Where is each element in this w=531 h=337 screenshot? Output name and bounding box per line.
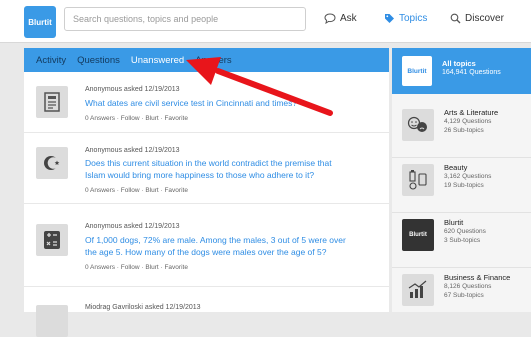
- feed-tabs: Activity Questions Unanswered Answers: [24, 48, 389, 72]
- asked-date: asked 12/19/2013: [144, 304, 201, 311]
- crescent-star-icon: [36, 147, 68, 179]
- asked-date: asked 12/19/2013: [123, 223, 180, 230]
- topic-name: Blurtit: [444, 218, 464, 227]
- all-topics-count: 164,941 Questions: [442, 69, 501, 76]
- question-title[interactable]: Of 1,000 dogs, 72% are male. Among the m…: [85, 234, 375, 258]
- topic-beauty[interactable]: Beauty 3,162 Questions 19 Sub-topics: [392, 158, 531, 213]
- top-bar: Blurtit Ask Topics Discover: [0, 0, 531, 43]
- question-title-line[interactable]: What dates are civil service test in Cin…: [85, 97, 375, 109]
- magnifier-icon: [450, 13, 461, 24]
- question-title[interactable]: What dates are civil service test in Cin…: [85, 97, 375, 109]
- asker-name[interactable]: Miodrag Gavriloski: [85, 304, 143, 311]
- question-title[interactable]: Does this current situation in the world…: [85, 157, 375, 181]
- asker-name[interactable]: Anonymous: [85, 147, 122, 154]
- blurtit-logo-icon: Blurtit: [402, 56, 432, 86]
- asked-date: asked 12/19/2013: [123, 86, 180, 93]
- topic-question-count: 3,162 Questions: [444, 173, 492, 180]
- asked-date: asked 12/19/2013: [123, 147, 180, 154]
- question-title-line[interactable]: Of 1,000 dogs, 72% are male. Among the m…: [85, 234, 375, 246]
- question-title-line[interactable]: Islam would bring more happiness to thos…: [85, 169, 375, 181]
- question-title-line[interactable]: Does this current situation in the world…: [85, 157, 375, 169]
- question-meta: Anonymous asked 12/19/2013: [85, 223, 180, 230]
- document-icon: [36, 86, 68, 118]
- thumb-text: Blurtit: [409, 232, 427, 238]
- tab-unanswered[interactable]: Unanswered: [131, 55, 184, 66]
- blurtit-logo[interactable]: Blurtit: [24, 6, 56, 38]
- asker-name[interactable]: Anonymous: [85, 86, 122, 93]
- question-meta: Anonymous asked 12/19/2013: [85, 86, 180, 93]
- question-item: Miodrag Gavriloski asked 12/19/2013: [24, 287, 389, 337]
- asker-name[interactable]: Anonymous: [85, 223, 122, 230]
- nav-discover[interactable]: Discover: [450, 13, 504, 24]
- topic-blurtit[interactable]: Blurtit Blurtit 620 Questions 3 Sub-topi…: [392, 213, 531, 268]
- topic-name: Arts & Literature: [444, 108, 499, 117]
- thumb-text: Blurtit: [407, 67, 427, 75]
- nav-ask[interactable]: Ask: [324, 13, 357, 24]
- question-item: Anonymous asked 12/19/2013 Of 1,000 dogs…: [24, 204, 389, 287]
- all-topics-item[interactable]: Blurtit All topics 164,941 Questions: [392, 48, 531, 94]
- search-input[interactable]: [65, 8, 305, 30]
- question-actions[interactable]: 0 Answers · Follow · Blurt · Favorite: [85, 115, 188, 122]
- finance-chart-icon: [402, 274, 434, 306]
- question-actions[interactable]: 0 Answers · Follow · Blurt · Favorite: [85, 264, 188, 271]
- topic-subtopic-count: 67 Sub-topics: [444, 292, 484, 299]
- topic-question-count: 8,126 Questions: [444, 283, 492, 290]
- topic-question-count: 4,129 Questions: [444, 118, 492, 125]
- calculator-icon: [36, 224, 68, 256]
- blurtit-logo-icon: Blurtit: [402, 219, 434, 251]
- topic-name: Beauty: [444, 163, 468, 172]
- question-item: Anonymous asked 12/19/2013 What dates ar…: [24, 72, 389, 133]
- speech-bubble-icon: [324, 13, 336, 24]
- tag-icon: [385, 14, 394, 23]
- question-title-line[interactable]: the age 5. How many of the dogs were mal…: [85, 246, 375, 258]
- topic-name: Business & Finance: [444, 273, 511, 282]
- nav-discover-label: Discover: [465, 13, 504, 24]
- question-actions[interactable]: 0 Answers · Follow · Blurt · Favorite: [85, 187, 188, 194]
- question-meta: Miodrag Gavriloski asked 12/19/2013: [85, 304, 201, 311]
- nav-topics[interactable]: Topics: [384, 13, 427, 24]
- tab-answers[interactable]: Answers: [195, 55, 231, 66]
- topic-arts-literature[interactable]: Arts & Literature 4,129 Questions 26 Sub…: [392, 103, 531, 158]
- document-icon: [36, 305, 68, 337]
- theatre-masks-icon: [402, 109, 434, 141]
- topic-subtopic-count: 3 Sub-topics: [444, 237, 481, 244]
- all-topics-title: All topics: [442, 59, 476, 68]
- topics-sidebar: Blurtit All topics 164,941 Questions Art…: [392, 48, 531, 312]
- tab-questions[interactable]: Questions: [77, 55, 120, 66]
- beauty-products-icon: [402, 164, 434, 196]
- question-meta: Anonymous asked 12/19/2013: [85, 147, 180, 154]
- topic-subtopic-count: 26 Sub-topics: [444, 127, 484, 134]
- search-box[interactable]: [64, 7, 306, 31]
- question-feed: Activity Questions Unanswered Answers An…: [24, 48, 389, 337]
- tab-activity[interactable]: Activity: [36, 55, 66, 66]
- question-item: Anonymous asked 12/19/2013 Does this cur…: [24, 133, 389, 204]
- topic-question-count: 620 Questions: [444, 228, 486, 235]
- nav-ask-label: Ask: [340, 13, 357, 24]
- topic-business-finance[interactable]: Business & Finance 8,126 Questions 67 Su…: [392, 268, 531, 322]
- topic-subtopic-count: 19 Sub-topics: [444, 182, 484, 189]
- nav-topics-label: Topics: [399, 13, 428, 24]
- logo-text: Blurtit: [28, 17, 52, 27]
